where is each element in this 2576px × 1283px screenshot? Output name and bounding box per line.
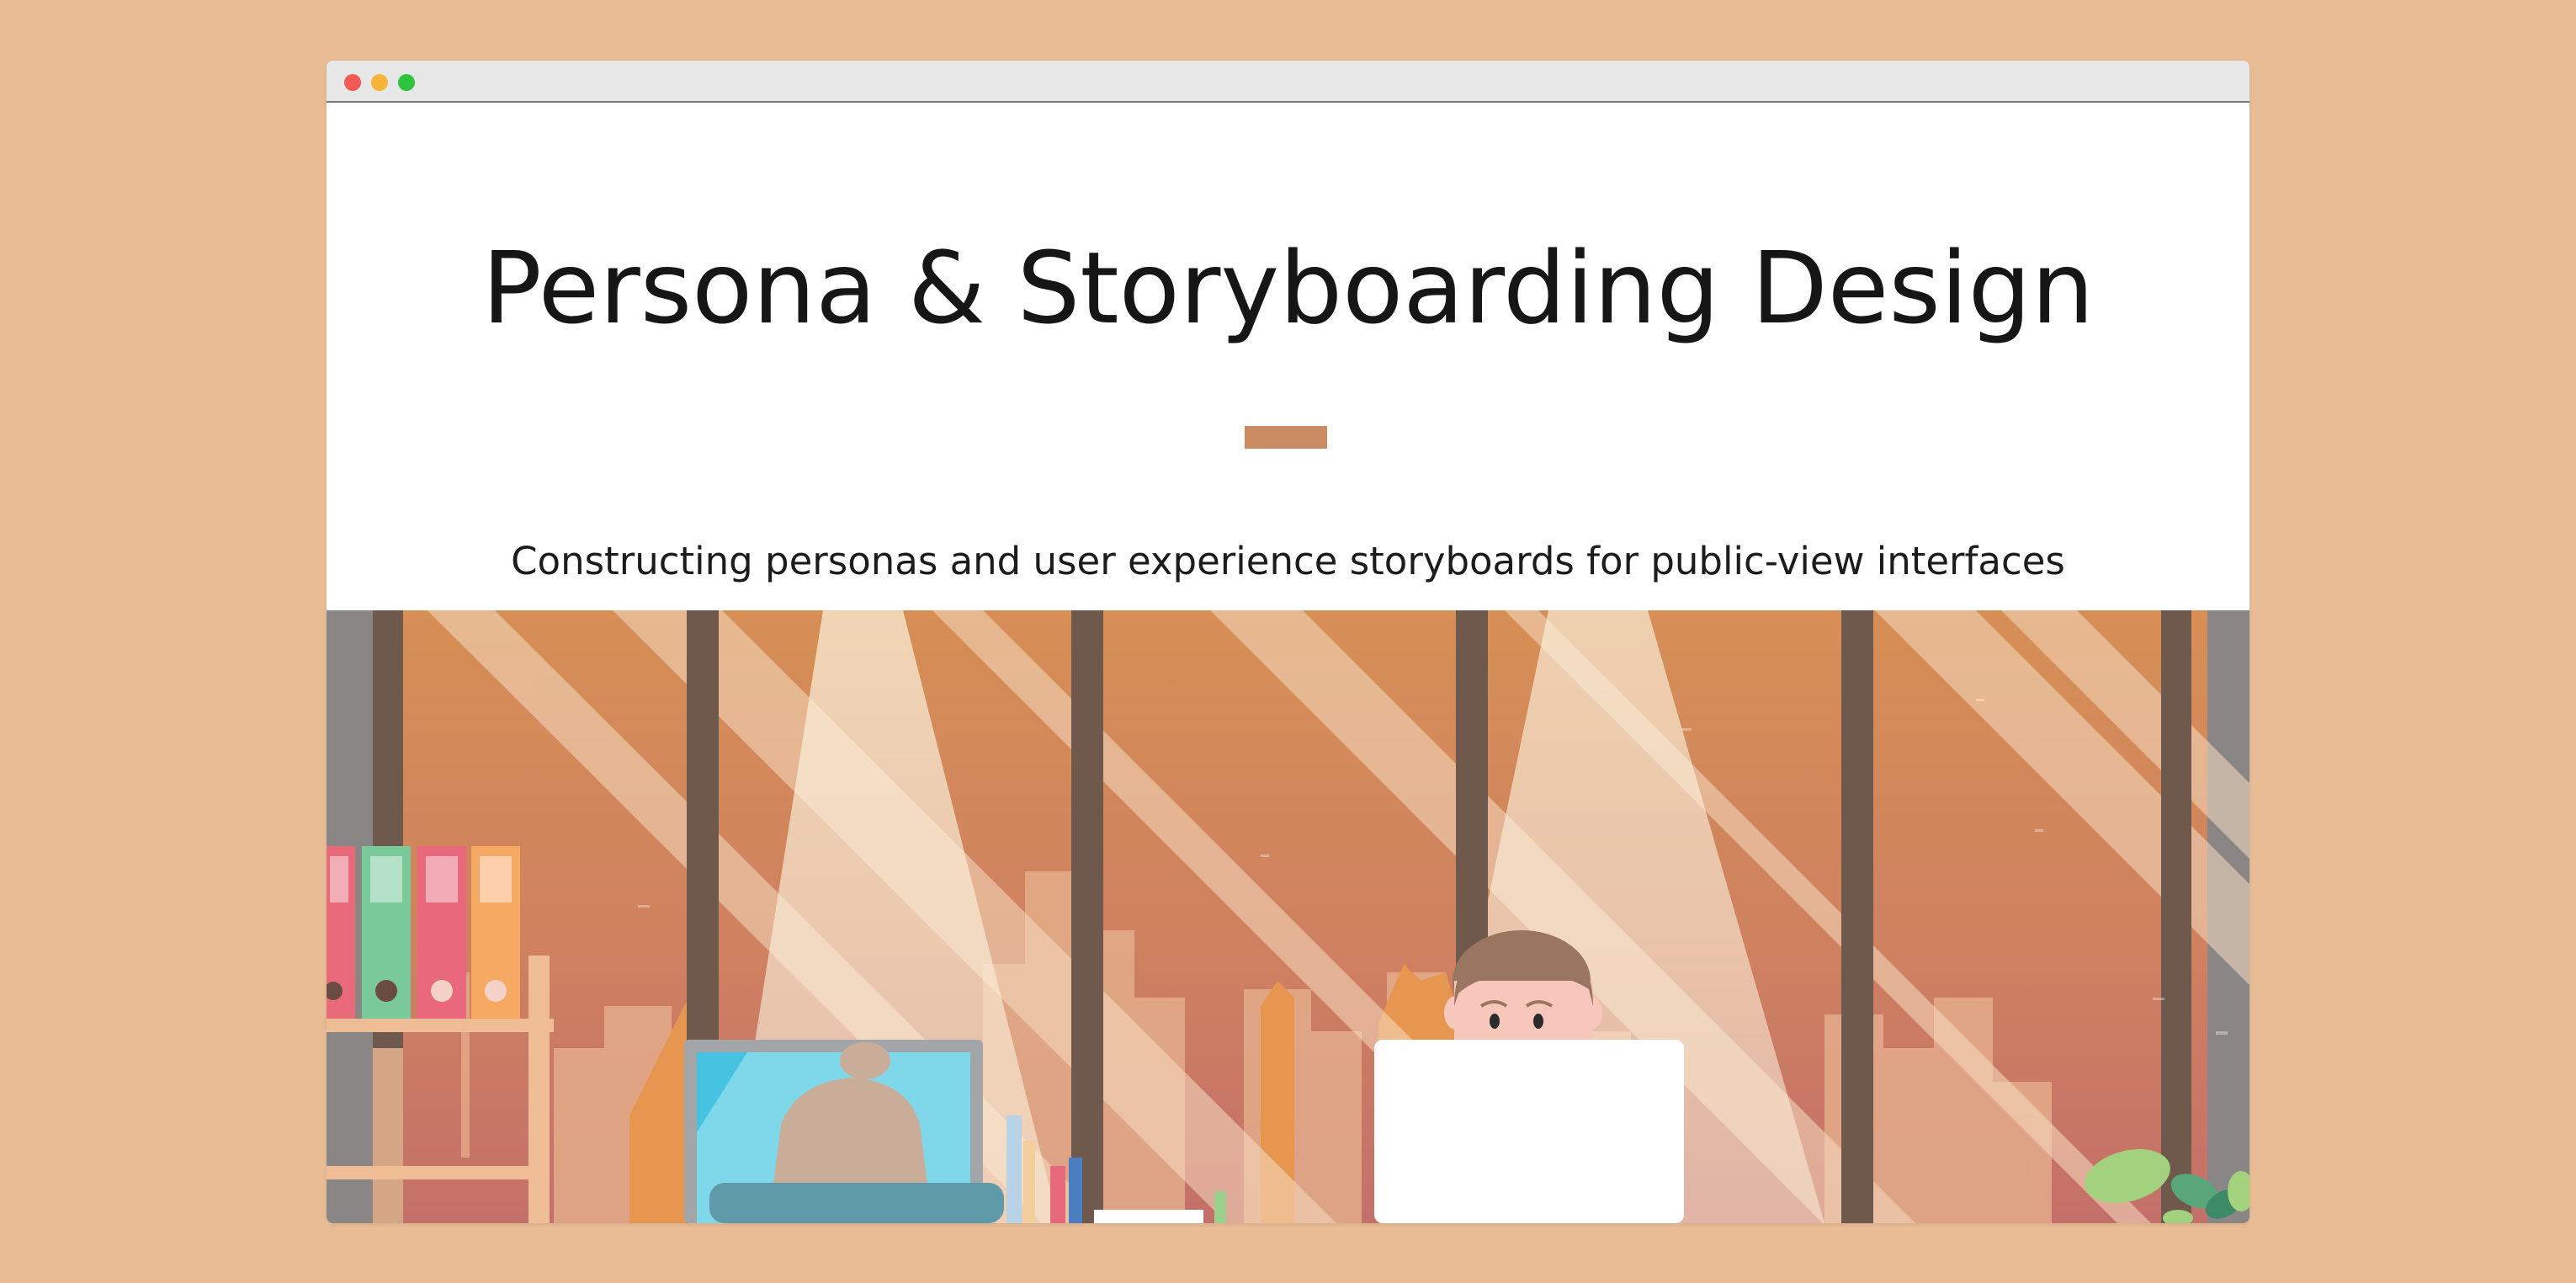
office-workers-illustration [327,610,2249,1223]
page-title-wrap: Persona & Storyboarding Design [327,229,2249,347]
minimize-window-button[interactable] [371,74,388,91]
accent-divider [1245,426,1327,449]
hero-section: Persona & Storyboarding Design Construct… [327,103,2249,671]
window-titlebar [327,61,2249,103]
maximize-window-button[interactable] [398,74,415,91]
close-window-button[interactable] [344,74,361,91]
page-title: Persona & Storyboarding Design [481,230,2095,346]
browser-window: Persona & Storyboarding Design Construct… [327,61,2249,1223]
page-subtitle: Constructing personas and user experienc… [511,539,2065,583]
